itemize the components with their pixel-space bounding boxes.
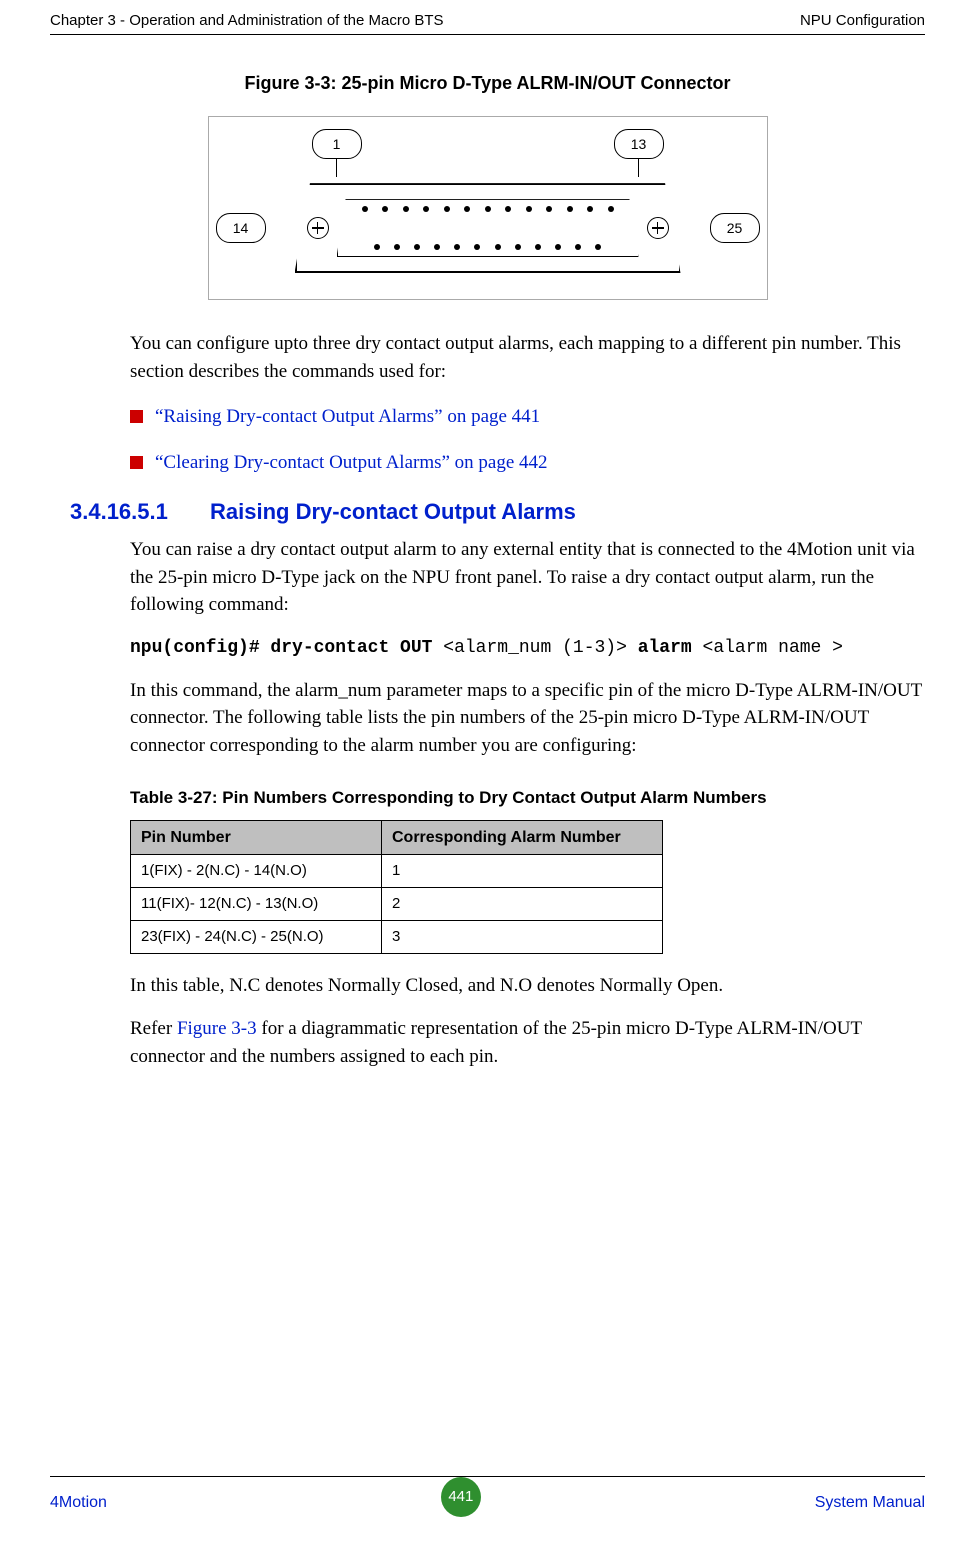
table-row: 11(FIX)- 12(N.C) - 13(N.O) 2	[131, 888, 663, 921]
pin-label-25: 25	[710, 213, 760, 243]
section-paragraph-2: In this command, the alarm_num parameter…	[130, 677, 925, 760]
page-number-badge: 441	[441, 1477, 481, 1517]
figure-caption: Figure 3-3: 25-pin Micro D-Type ALRM-IN/…	[50, 70, 925, 96]
section-paragraph-1: You can raise a dry contact output alarm…	[130, 536, 925, 619]
bullet-1: “Raising Dry-contact Output Alarms” on p…	[130, 403, 925, 431]
table-cell: 11(FIX)- 12(N.C) - 13(N.O)	[131, 888, 382, 921]
table-cell: 1(FIX) - 2(N.C) - 14(N.O)	[131, 855, 382, 888]
pin-label-13: 13	[614, 129, 664, 159]
bullet-list: “Raising Dry-contact Output Alarms” on p…	[130, 403, 925, 476]
header-rule	[50, 34, 925, 35]
connector-inner	[337, 199, 639, 257]
pin-row-top	[362, 206, 614, 212]
table-cell: 3	[382, 920, 663, 953]
section-heading: 3.4.16.5.1 Raising Dry-contact Output Al…	[130, 496, 925, 528]
page: Chapter 3 - Operation and Administration…	[0, 0, 975, 1545]
table-header-alarm: Corresponding Alarm Number	[382, 821, 663, 855]
content-area: Figure 3-3: 25-pin Micro D-Type ALRM-IN/…	[50, 60, 925, 1465]
connector-outline	[295, 183, 681, 273]
pin-row-bottom	[362, 244, 614, 250]
body-text: You can configure upto three dry contact…	[130, 330, 925, 1070]
bullet-2: “Clearing Dry-contact Output Alarms” on …	[130, 449, 925, 477]
header-right: NPU Configuration	[800, 10, 925, 32]
table-header-row: Pin Number Corresponding Alarm Number	[131, 821, 663, 855]
footer-left[interactable]: 4Motion	[50, 1491, 107, 1514]
section-title: Raising Dry-contact Output Alarms	[210, 496, 576, 528]
figure-connector-diagram: 1 13 14	[208, 116, 768, 300]
bullet-square-icon	[130, 410, 143, 423]
table-row: 23(FIX) - 24(N.C) - 25(N.O) 3	[131, 920, 663, 953]
page-footer: 4Motion 441 System Manual	[50, 1476, 925, 1523]
intro-paragraph: You can configure upto three dry contact…	[130, 330, 925, 385]
section-number: 3.4.16.5.1	[70, 496, 210, 528]
bullet-square-icon	[130, 456, 143, 469]
screw-left-icon	[307, 217, 329, 239]
table-caption: Table 3-27: Pin Numbers Corresponding to…	[130, 786, 925, 811]
table-row: 1(FIX) - 2(N.C) - 14(N.O) 1	[131, 855, 663, 888]
table-cell: 2	[382, 888, 663, 921]
screw-right-icon	[647, 217, 669, 239]
figure-top-labels: 1 13	[217, 129, 759, 177]
pin-label-14: 14	[216, 213, 266, 243]
header-left: Chapter 3 - Operation and Administration…	[50, 10, 444, 32]
table-cell: 1	[382, 855, 663, 888]
command-line: npu(config)# dry-contact OUT <alarm_num …	[130, 635, 925, 661]
pin-number-table: Pin Number Corresponding Alarm Number 1(…	[130, 820, 663, 953]
link-figure-3-3[interactable]: Figure 3-3	[177, 1018, 257, 1039]
page-header: Chapter 3 - Operation and Administration…	[50, 10, 925, 32]
table-cell: 23(FIX) - 24(N.C) - 25(N.O)	[131, 920, 382, 953]
after-table-paragraph-1: In this table, N.C denotes Normally Clos…	[130, 972, 925, 1000]
pin-label-1: 1	[312, 129, 362, 159]
after-table-paragraph-2: Refer Figure 3-3 for a diagrammatic repr…	[130, 1015, 925, 1070]
link-raising-alarms[interactable]: “Raising Dry-contact Output Alarms” on p…	[155, 403, 540, 431]
footer-right[interactable]: System Manual	[815, 1491, 925, 1514]
table-header-pin: Pin Number	[131, 821, 382, 855]
link-clearing-alarms[interactable]: “Clearing Dry-contact Output Alarms” on …	[155, 449, 548, 477]
